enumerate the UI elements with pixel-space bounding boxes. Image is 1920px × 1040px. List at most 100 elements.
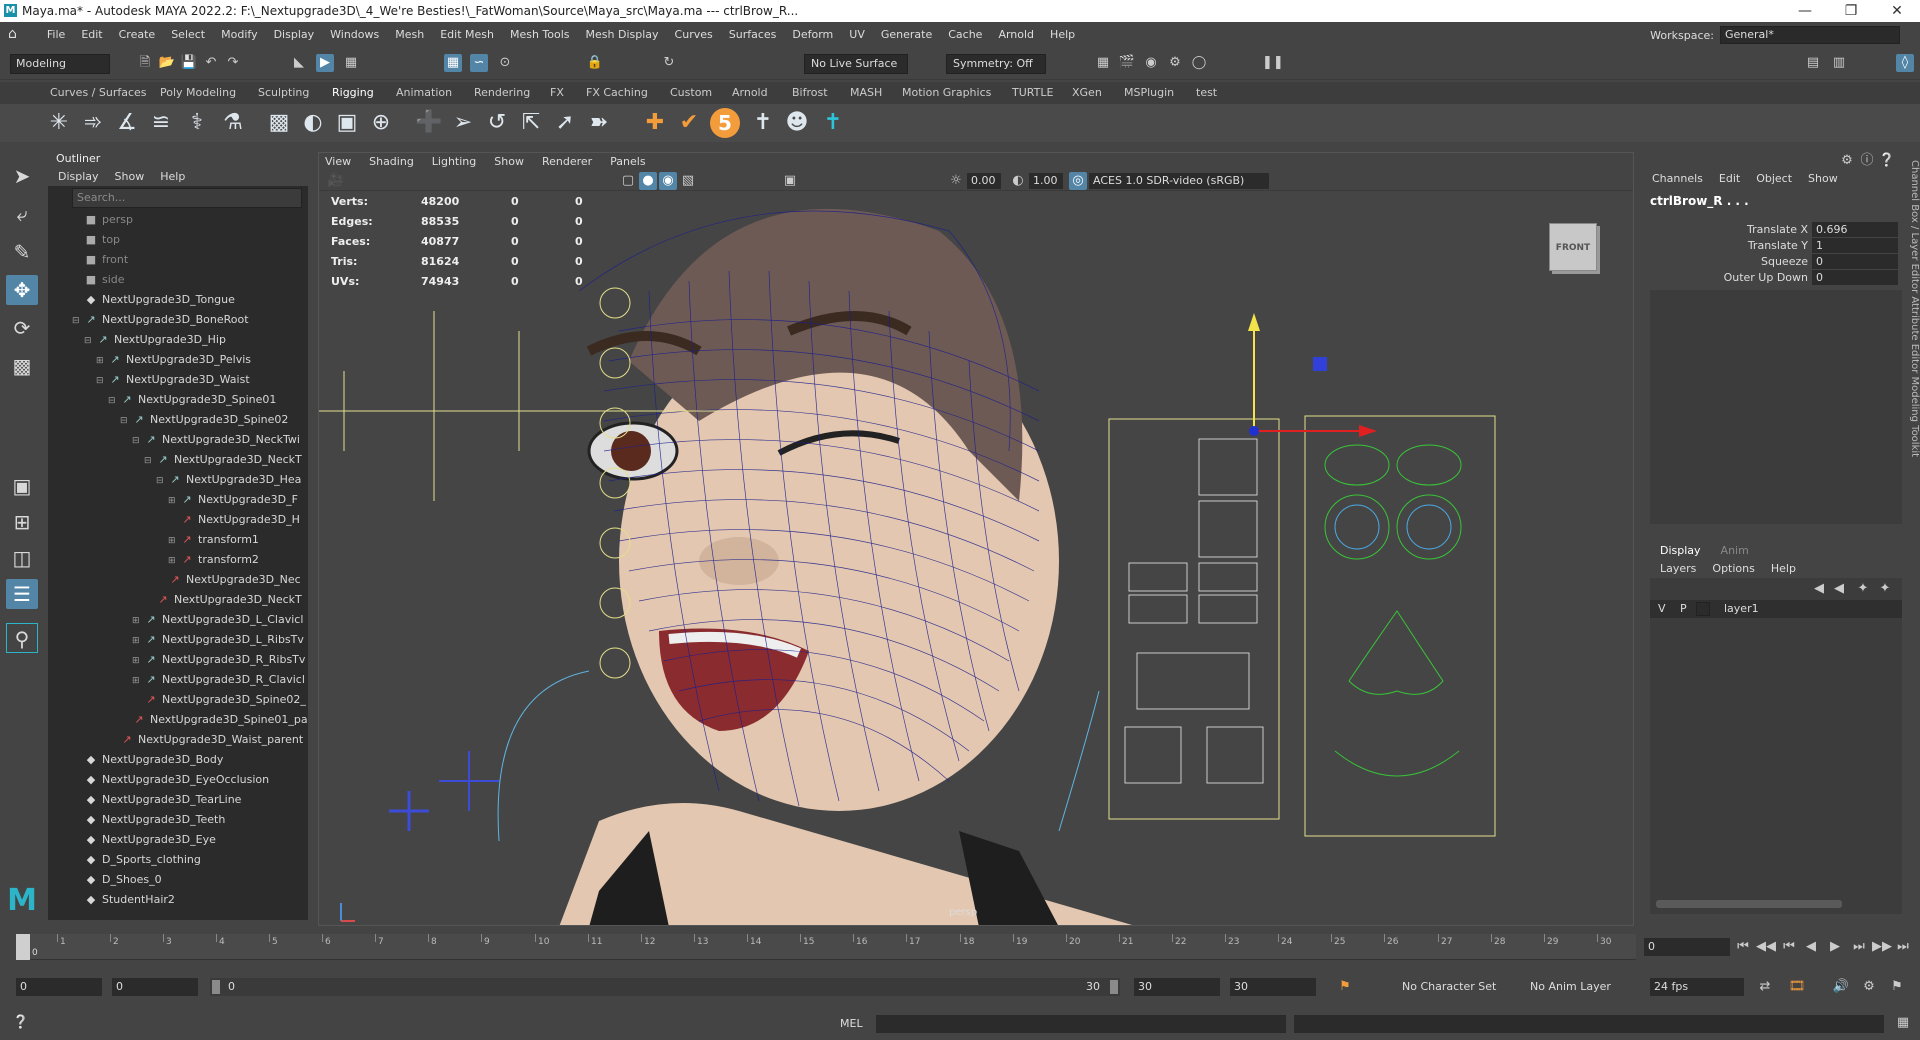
channel-menu-channels[interactable]: Channels — [1652, 172, 1703, 185]
select-tool-icon[interactable]: ➤ — [6, 161, 38, 191]
pole-vector-icon[interactable]: ➽ — [584, 108, 614, 138]
snap-grid-icon[interactable]: ▦ — [444, 54, 462, 72]
outliner-item[interactable]: ↗ NextUpgrade3D_Spine01_pa — [48, 710, 308, 730]
menu-item-arnold[interactable]: Arnold — [998, 28, 1034, 41]
outliner-item[interactable]: ◆ StudentHair2 — [48, 890, 308, 910]
new-scene-icon[interactable]: 🗎 — [136, 54, 154, 72]
outliner-item[interactable]: ◆ NextUpgrade3D_Teeth — [48, 810, 308, 830]
shelf-tab-custom[interactable]: Custom — [670, 86, 712, 99]
character-set-dropdown[interactable]: No Character Set — [1398, 978, 1510, 996]
outliner-item[interactable]: ■ front — [48, 250, 308, 270]
outliner-item[interactable]: ◆ D_Sports_clothing — [48, 850, 308, 870]
menu-item-surfaces[interactable]: Surfaces — [729, 28, 777, 41]
two-view-icon[interactable]: ◫ — [6, 543, 38, 573]
viewport-menu-view[interactable]: View — [325, 153, 351, 171]
expand-toggle-icon[interactable]: ⊟ — [120, 411, 130, 430]
play-forward-icon[interactable]: ▶ — [1826, 938, 1844, 956]
render-frame-icon[interactable]: 🎬 — [1118, 54, 1136, 72]
play-backward-icon[interactable]: ◀ — [1802, 938, 1820, 956]
expand-toggle-icon[interactable]: ⊟ — [108, 391, 118, 410]
loop-icon[interactable]: ⇄ — [1756, 978, 1774, 996]
channel-attr-value[interactable]: 1 — [1812, 238, 1898, 253]
channel-box-options-icon[interactable]: ⚙ — [1838, 152, 1856, 170]
wireframe-icon[interactable]: ▢ — [619, 172, 637, 190]
outliner-item[interactable]: ◆ NextUpgrade3D_Eye — [48, 830, 308, 850]
menu-item-mesh-tools[interactable]: Mesh Tools — [510, 28, 570, 41]
expand-toggle-icon[interactable]: ⊟ — [156, 471, 166, 490]
go-to-start-icon[interactable]: ⏮ — [1734, 938, 1752, 956]
menuset-dropdown[interactable]: Modeling — [10, 54, 110, 74]
outliner-item[interactable]: ◆ NextUpgrade3D_Body — [48, 750, 308, 770]
step-forward-key-icon[interactable]: ▶▶ — [1872, 938, 1892, 956]
textured-icon[interactable]: ▧ — [679, 172, 697, 190]
layer-menu-layers[interactable]: Layers — [1660, 560, 1696, 578]
colorspace-dropdown[interactable]: ACES 1.0 SDR-video (sRGB) — [1089, 173, 1269, 189]
undo-icon[interactable]: ↶ — [202, 54, 220, 72]
outliner-item[interactable]: ◆ NextUpgrade3D_Tongue — [48, 290, 308, 310]
menu-item-edit-mesh[interactable]: Edit Mesh — [440, 28, 494, 41]
walk-icon[interactable]: ⚑ — [1888, 978, 1906, 996]
maximize-icon[interactable]: ❐ — [1828, 0, 1874, 22]
outliner-item[interactable]: ⊟ ↗ NextUpgrade3D_NeckT — [48, 450, 308, 470]
outliner-menu-display[interactable]: Display — [58, 168, 99, 186]
menu-item-select[interactable]: Select — [171, 28, 205, 41]
layer-menu-options[interactable]: Options — [1712, 560, 1754, 578]
quick-rig-icon[interactable]: ⚕ — [182, 108, 212, 138]
expand-toggle-icon[interactable]: ⊞ — [168, 491, 178, 510]
menu-item-cache[interactable]: Cache — [948, 28, 982, 41]
shelf-tab-arnold[interactable]: Arnold — [732, 86, 768, 99]
plus-tool-icon[interactable]: ✚ — [640, 108, 670, 138]
layer-playback-toggle[interactable]: P — [1680, 600, 1687, 618]
color-management-icon[interactable]: ◎ — [1069, 172, 1087, 190]
outliner-item[interactable]: ⊟ ↗ NextUpgrade3D_Waist — [48, 370, 308, 390]
outliner-item[interactable]: ⊞ ↗ NextUpgrade3D_L_Clavicl — [48, 610, 308, 630]
render-settings-icon[interactable]: ⚙ — [1166, 54, 1184, 72]
shelf-tab-bifrost[interactable]: Bifrost — [792, 86, 828, 99]
outliner-item[interactable]: ■ top — [48, 230, 308, 250]
viewport-menu-lighting[interactable]: Lighting — [432, 153, 476, 171]
shelf-tab-rigging[interactable]: Rigging — [332, 86, 374, 99]
go-to-end-icon[interactable]: ⏭ — [1894, 938, 1912, 956]
single-view-icon[interactable]: ▣ — [6, 471, 38, 501]
new-layer-selected-icon[interactable]: ✦ — [1876, 580, 1894, 598]
channel-attr-name[interactable]: Squeeze — [1761, 254, 1808, 270]
symmetry-dropdown[interactable]: Symmetry: Off — [946, 54, 1046, 74]
close-icon[interactable]: ✕ — [1874, 0, 1920, 22]
outliner-item[interactable]: ↗ NextUpgrade3D_Nec — [48, 570, 308, 590]
lasso-tool-icon[interactable]: ⤶ — [6, 199, 38, 229]
outliner-item[interactable]: ↗ NextUpgrade3D_NeckT — [48, 590, 308, 610]
number-five-icon[interactable]: 5 — [710, 108, 740, 138]
expand-toggle-icon[interactable]: ⊞ — [132, 671, 142, 690]
rotate-tool-icon[interactable]: ⟳ — [6, 313, 38, 343]
channel-attr-name[interactable]: Outer Up Down — [1724, 270, 1808, 286]
channel-menu-object[interactable]: Object — [1756, 172, 1792, 185]
redo-icon[interactable]: ↷ — [224, 54, 242, 72]
exposure-field[interactable]: 0.00 — [967, 173, 1001, 189]
step-back-key-icon[interactable]: ◀◀ — [1756, 938, 1776, 956]
menu-item-windows[interactable]: Windows — [330, 28, 379, 41]
step-back-frame-icon[interactable]: ⏮ — [1780, 938, 1798, 956]
select-hierarchy-icon[interactable]: ◣ — [290, 54, 308, 72]
outliner-item[interactable]: ◆ NextUpgrade3D_TearLine — [48, 790, 308, 810]
auto-key-icon[interactable]: ⚑ — [1336, 978, 1354, 996]
menu-item-deform[interactable]: Deform — [792, 28, 833, 41]
paint-weights-icon[interactable]: ◐ — [298, 108, 328, 138]
shelf-tab-mash[interactable]: MASH — [850, 86, 882, 99]
viewport-menu-show[interactable]: Show — [494, 153, 524, 171]
expand-toggle-icon[interactable]: ⊟ — [144, 451, 154, 470]
menu-item-file[interactable]: File — [47, 28, 65, 41]
outliner-item[interactable]: ◆ D_Shoes_0 — [48, 870, 308, 890]
menu-item-generate[interactable]: Generate — [881, 28, 932, 41]
channel-attr-row[interactable]: Translate Y 1 — [1642, 238, 1898, 254]
channel-attr-row[interactable]: Squeeze 0 — [1642, 254, 1898, 270]
attribute-icon[interactable]: ⓘ — [1858, 152, 1876, 170]
outliner-item[interactable]: ⊞ ↗ NextUpgrade3D_L_RibsTv — [48, 630, 308, 650]
shelf-tab-curves-surfaces[interactable]: Curves / Surfaces — [50, 86, 147, 99]
layer-tab-anim[interactable]: Anim — [1721, 542, 1749, 560]
paint-select-icon[interactable]: ✎ — [6, 237, 38, 267]
select-component-icon[interactable]: ▦ — [342, 54, 360, 72]
shelf-tab-xgen[interactable]: XGen — [1072, 86, 1102, 99]
menu-item-display[interactable]: Display — [274, 28, 315, 41]
snap-curve-icon[interactable]: ∽ — [470, 54, 488, 72]
t-pose-icon[interactable]: ✝ — [748, 108, 778, 138]
